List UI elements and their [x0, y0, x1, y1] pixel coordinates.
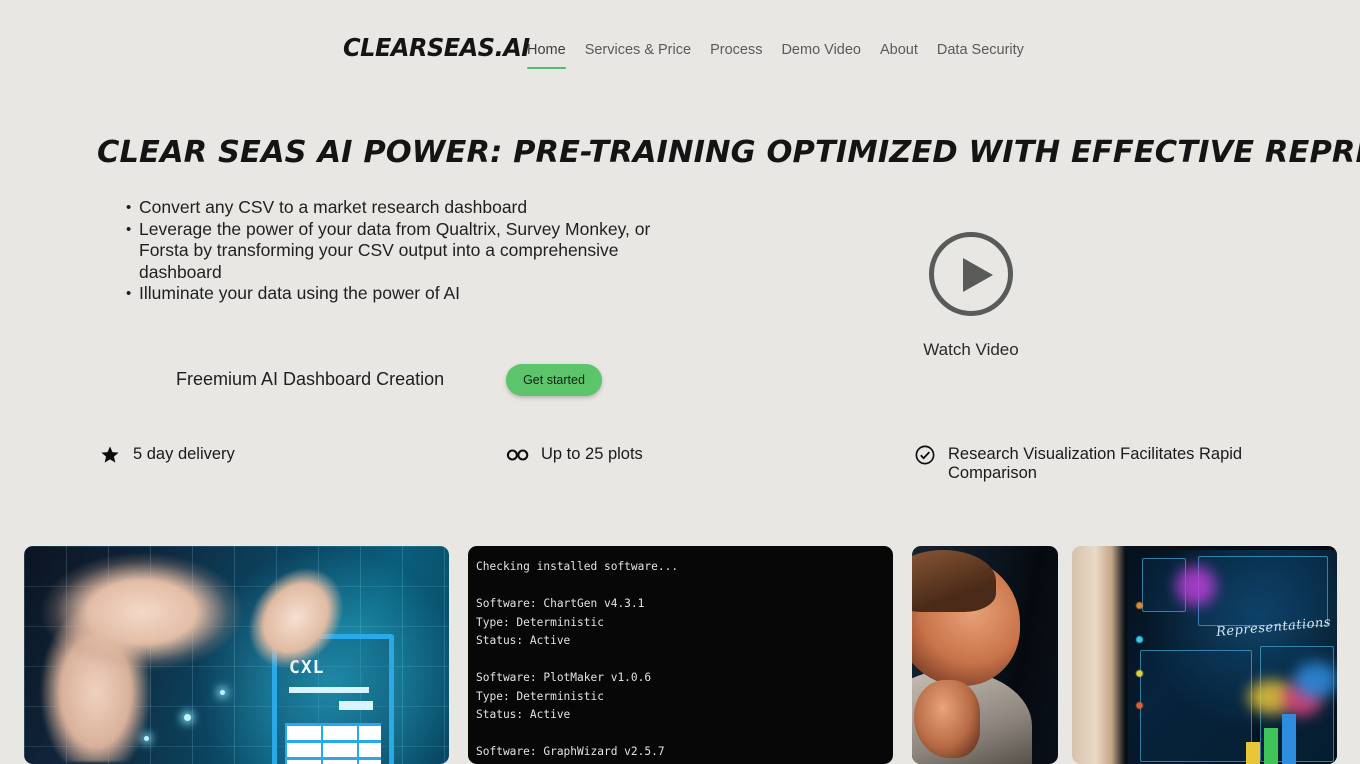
hero-bullet-list: Convert any CSV to a market research das… — [126, 197, 684, 305]
list-item: Leverage the power of your data from Qua… — [126, 219, 684, 284]
brand-logo[interactable]: CLEARSEAS.AI — [343, 33, 530, 62]
infinity-icon — [506, 443, 530, 467]
page-title: CLEAR SEAS AI POWER: PRE-TRAINING OPTIMI… — [97, 135, 1360, 170]
list-item: Illuminate your data using the power of … — [126, 283, 684, 305]
feature-label: 5 day delivery — [133, 445, 235, 463]
nav-item-data-security[interactable]: Data Security — [937, 39, 1024, 69]
nav-item-about[interactable]: About — [880, 39, 918, 69]
offer-label: Freemium AI Dashboard Creation — [176, 369, 445, 389]
list-item: Convert any CSV to a market research das… — [126, 197, 684, 219]
feature-delivery: 5 day delivery — [98, 443, 235, 467]
feature-plots: Up to 25 plots — [506, 443, 643, 467]
nav-item-process[interactable]: Process — [710, 39, 762, 69]
person-hair — [912, 550, 996, 612]
check-circle-icon — [913, 443, 937, 467]
nav-item-services-price[interactable]: Services & Price — [585, 39, 691, 69]
site-header: CLEARSEAS.AI Home Services & Price Proce… — [0, 0, 1360, 100]
terminal-output-panel: Checking installed software... Software:… — [468, 546, 893, 764]
person-photo — [912, 546, 1058, 764]
feature-label: Research Visualization Facilitates Rapid… — [948, 445, 1243, 482]
feature-label: Up to 25 plots — [541, 445, 643, 463]
main-navigation: Home Services & Price Process Demo Video… — [527, 39, 1024, 69]
dashboard-screen-photo: Representations — [1072, 546, 1337, 764]
play-button-icon[interactable] — [929, 232, 1013, 316]
media-strip: CXL Checking installed software... Softw… — [0, 546, 1360, 764]
star-icon — [98, 443, 122, 467]
get-started-button[interactable]: Get started — [506, 364, 602, 396]
terminal-text: Checking installed software... Software:… — [476, 560, 679, 758]
feature-visualization: Research Visualization Facilitates Rapid… — [913, 443, 1253, 483]
csv-dashboard-image: CXL — [24, 546, 449, 764]
feature-row: 5 day delivery Up to 25 plots Research V… — [0, 438, 1360, 498]
watch-video-block[interactable]: Watch Video — [880, 232, 1062, 360]
watch-video-label: Watch Video — [923, 340, 1019, 359]
nav-item-home[interactable]: Home — [527, 39, 566, 69]
person-hand — [914, 680, 980, 758]
screen-surface: Representations — [1128, 550, 1337, 764]
nav-item-demo-video[interactable]: Demo Video — [781, 39, 861, 69]
